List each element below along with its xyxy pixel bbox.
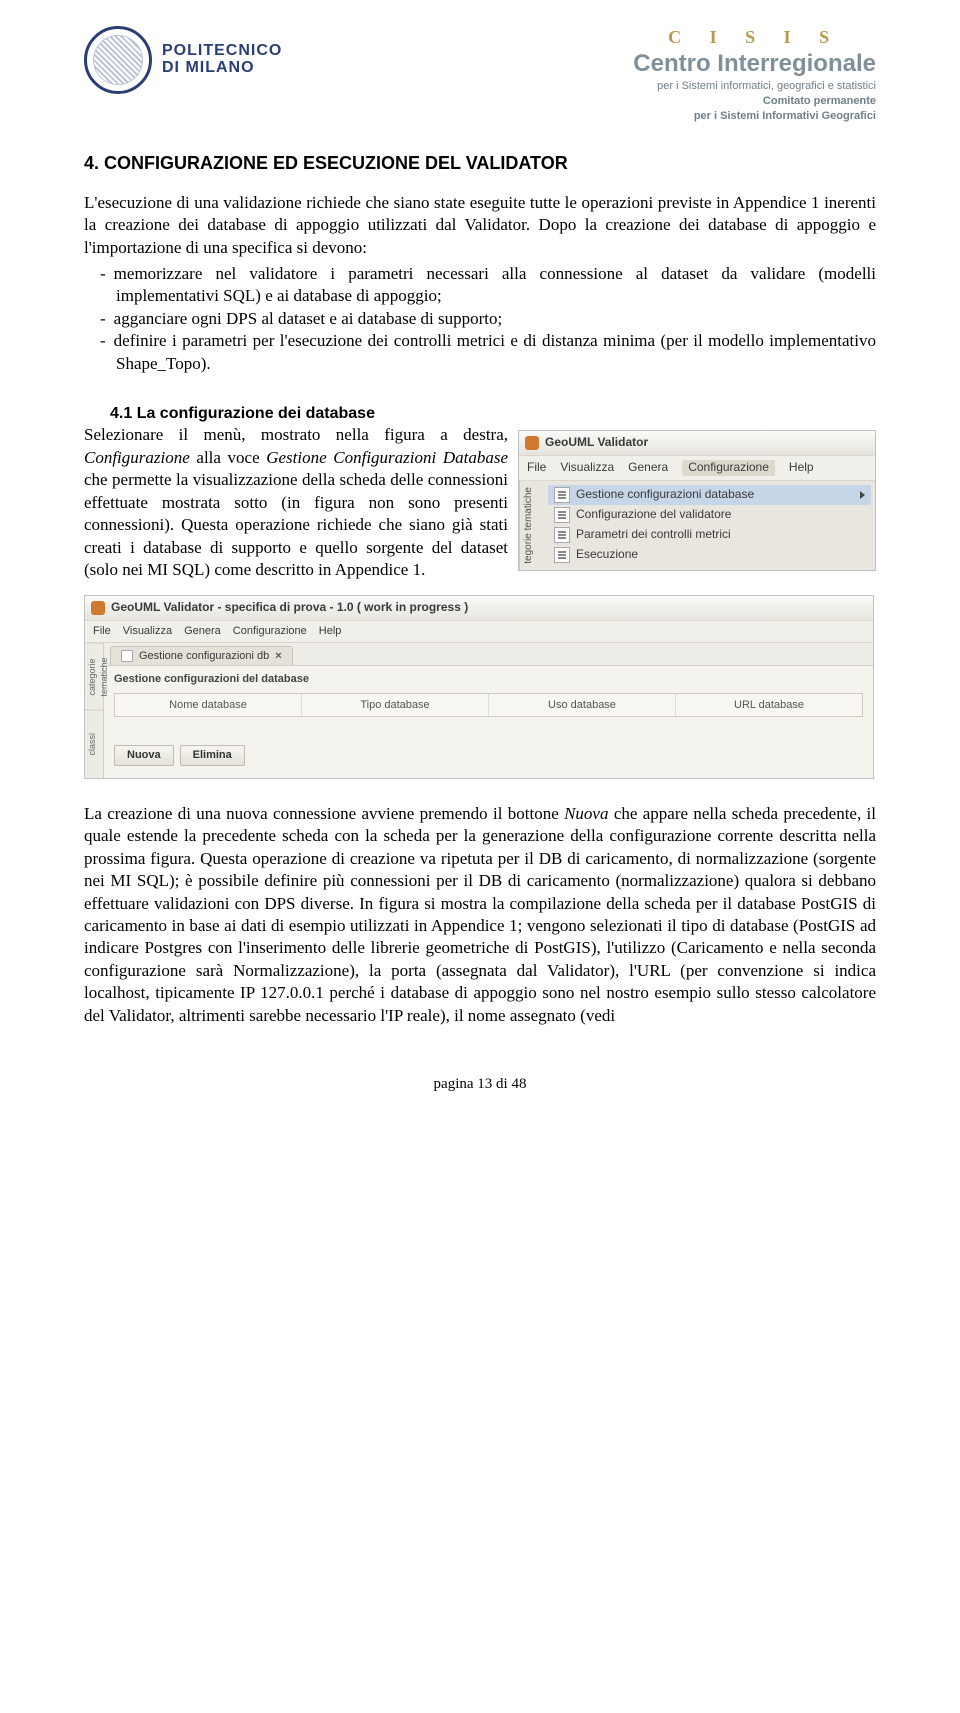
subsection-heading: 4.1 La configurazione dei database xyxy=(110,403,876,424)
doc-icon xyxy=(554,527,570,543)
window-title: GeoUML Validator xyxy=(519,431,875,455)
config-menu-screenshot: GeoUML Validator File Visualizza Genera … xyxy=(518,430,876,570)
menu-item-gestione-db[interactable]: Gestione configurazioni database xyxy=(548,485,871,505)
menubar: File Visualizza Genera Configurazione He… xyxy=(519,455,875,481)
nuova-button[interactable]: Nuova xyxy=(114,745,174,766)
col-tipo: Tipo database xyxy=(302,694,489,717)
menu-file[interactable]: File xyxy=(527,460,546,476)
col-uso: Uso database xyxy=(489,694,676,717)
app-icon xyxy=(91,601,105,615)
window-title: GeoUML Validator - specifica di prova - … xyxy=(85,596,873,620)
col-url: URL database xyxy=(676,694,862,717)
menubar: File Visualizza Genera Configurazione He… xyxy=(85,620,873,643)
politecnico-logo: POLITECNICO DI MILANO xyxy=(84,26,282,94)
config-submenu: Gestione configurazioni database Configu… xyxy=(544,481,875,570)
menu-item-config-validatore[interactable]: Configurazione del validatore xyxy=(548,505,871,525)
menu-genera[interactable]: Genera xyxy=(628,460,668,476)
cisis-sub3: per i Sistemi Informativi Geografici xyxy=(633,109,876,124)
list-item: agganciare ogni DPS al dataset e ai data… xyxy=(84,308,876,330)
doc-icon xyxy=(554,507,570,523)
page-footer: pagina 13 di 48 xyxy=(84,1075,876,1095)
poli-line2: DI MILANO xyxy=(162,60,282,77)
cisis-sub1: per i Sistemi informatici, geografici e … xyxy=(633,79,876,94)
seal-icon xyxy=(84,26,152,94)
menu-configurazione[interactable]: Configurazione xyxy=(233,624,307,639)
menu-help[interactable]: Help xyxy=(319,624,342,639)
doc-icon xyxy=(554,547,570,563)
cisis-logo: C I S I S Centro Interregionale per i Si… xyxy=(633,26,876,124)
elimina-button[interactable]: Elimina xyxy=(180,745,245,766)
menu-item-esecuzione[interactable]: Esecuzione xyxy=(548,545,871,565)
last-paragraph: La creazione di una nuova connessione av… xyxy=(84,803,876,1027)
doc-icon xyxy=(121,650,133,662)
side-tab-categorie[interactable]: categorie tematiche xyxy=(85,643,103,711)
cisis-letters: C I S I S xyxy=(633,26,876,50)
db-config-screenshot: GeoUML Validator - specifica di prova - … xyxy=(84,595,874,778)
sidebar-tab[interactable]: tegorie tematiche xyxy=(519,481,544,570)
close-icon[interactable]: × xyxy=(275,649,281,664)
list-item: definire i parametri per l'esecuzione de… xyxy=(84,330,876,375)
intro-paragraph: L'esecuzione di una validazione richiede… xyxy=(84,192,876,259)
app-icon xyxy=(525,436,539,450)
tab-gestione-db[interactable]: Gestione configurazioni db × xyxy=(110,646,293,666)
col-nome: Nome database xyxy=(115,694,302,717)
menu-visualizza[interactable]: Visualizza xyxy=(123,624,172,639)
menu-help[interactable]: Help xyxy=(789,460,814,476)
menu-file[interactable]: File xyxy=(93,624,111,639)
list-item: memorizzare nel validatore i parametri n… xyxy=(84,263,876,308)
chevron-right-icon xyxy=(860,491,865,499)
intro-list: memorizzare nel validatore i parametri n… xyxy=(84,263,876,375)
menu-item-parametri-metrici[interactable]: Parametri dei controlli metrici xyxy=(548,525,871,545)
poli-line1: POLITECNICO xyxy=(162,43,282,60)
section-heading: 4. CONFIGURAZIONE ED ESECUZIONE DEL VALI… xyxy=(84,152,876,176)
cisis-sub2: Comitato permanente xyxy=(633,94,876,109)
db-table-header: Nome database Tipo database Uso database… xyxy=(114,693,863,718)
panel-title: Gestione configurazioni del database xyxy=(114,672,863,687)
menu-configurazione[interactable]: Configurazione xyxy=(682,460,775,476)
menu-genera[interactable]: Genera xyxy=(184,624,221,639)
menu-visualizza[interactable]: Visualizza xyxy=(560,460,614,476)
doc-icon xyxy=(554,487,570,503)
cisis-main: Centro Interregionale xyxy=(633,48,876,80)
side-tab-classi[interactable]: classi xyxy=(85,710,103,778)
page-header: POLITECNICO DI MILANO C I S I S Centro I… xyxy=(84,26,876,124)
